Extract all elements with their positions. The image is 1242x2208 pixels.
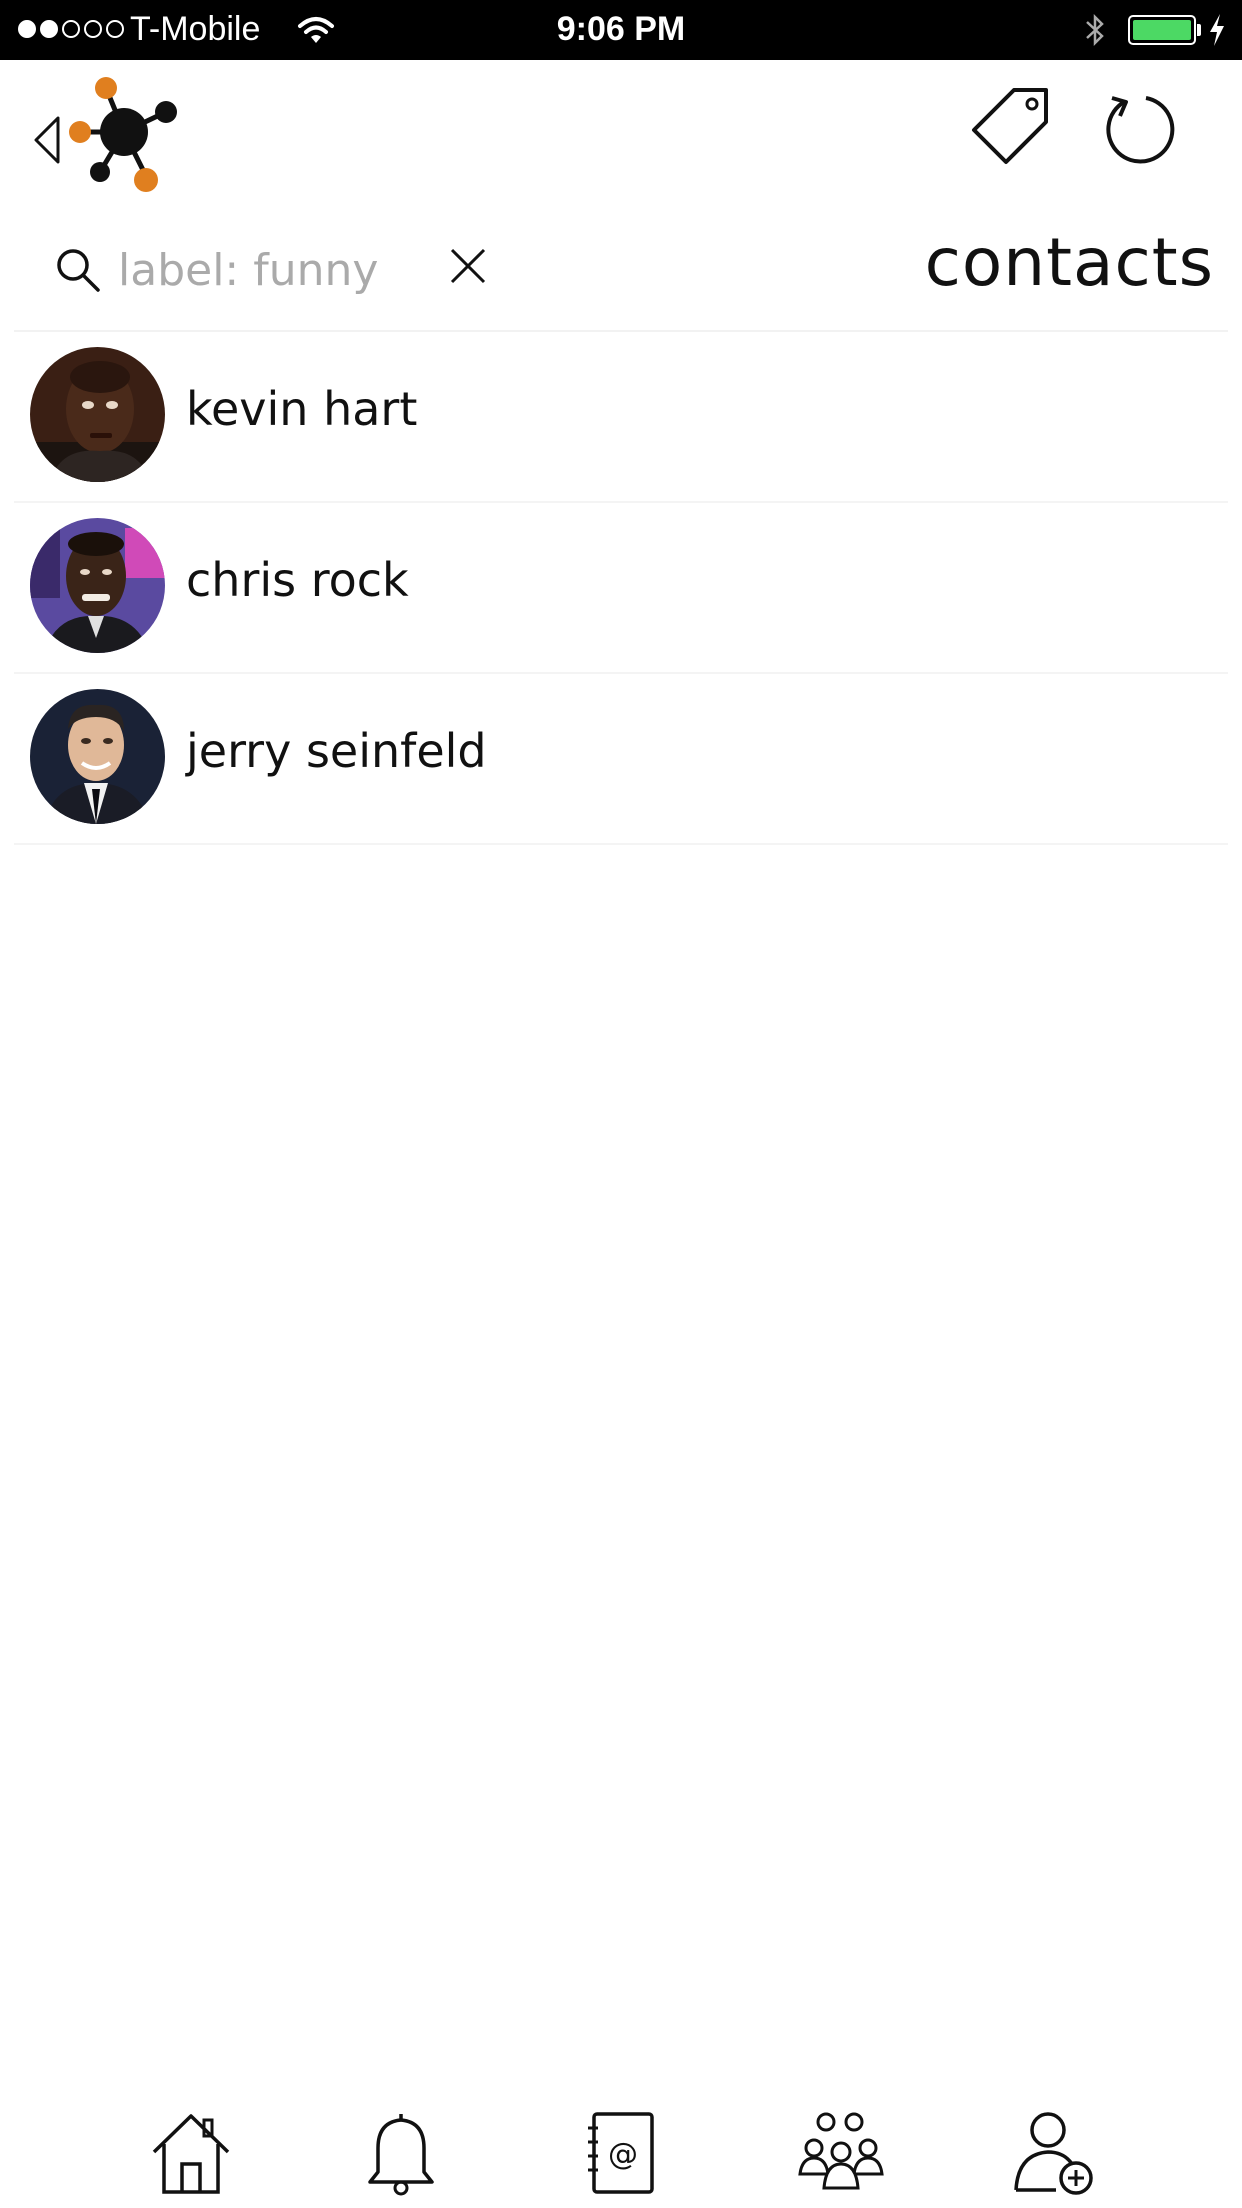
contact-name: chris rock	[186, 553, 409, 607]
tag-icon	[972, 88, 1048, 164]
battery-icon	[1128, 15, 1196, 45]
app-header	[0, 60, 1242, 210]
svg-text:@: @	[608, 2137, 638, 2172]
back-button[interactable]	[28, 110, 68, 170]
nav-groups[interactable]	[796, 2108, 886, 2198]
contact-name: jerry seinfeld	[186, 724, 487, 778]
label-button[interactable]	[962, 82, 1058, 178]
refresh-button[interactable]	[1102, 90, 1182, 170]
contact-list: kevin hart chris rock jerry seinfeld	[0, 332, 1242, 845]
nav-home[interactable]	[146, 2108, 236, 2198]
app-logo[interactable]	[66, 76, 182, 196]
charging-icon	[1208, 12, 1226, 53]
bell-icon	[368, 2114, 434, 2196]
avatar	[30, 347, 165, 482]
avatar	[30, 518, 165, 653]
contact-name: kevin hart	[186, 382, 418, 436]
row-divider	[14, 843, 1228, 845]
nav-add-contact[interactable]	[1010, 2108, 1100, 2198]
network-logo-icon	[69, 77, 177, 192]
clock: 9:06 PM	[556, 10, 686, 48]
battery-nub	[1197, 24, 1201, 36]
nav-contacts[interactable]: @	[576, 2108, 666, 2198]
add-user-icon	[1014, 2112, 1093, 2195]
refresh-icon	[1106, 96, 1175, 164]
search-icon	[54, 246, 102, 294]
clear-search-button[interactable]	[446, 244, 490, 288]
bluetooth-icon	[1082, 12, 1108, 53]
close-icon	[450, 248, 486, 284]
contact-row[interactable]: chris rock	[0, 503, 1242, 674]
bottom-nav: @	[0, 2090, 1242, 2208]
page-title: contacts	[924, 224, 1214, 301]
home-icon	[152, 2114, 230, 2194]
status-bar: T-Mobile 9:06 PM	[0, 0, 1242, 60]
contact-row[interactable]: kevin hart	[0, 332, 1242, 503]
search-bar: contacts	[0, 216, 1242, 328]
contact-row[interactable]: jerry seinfeld	[0, 674, 1242, 845]
avatar	[30, 689, 165, 824]
group-icon	[798, 2112, 884, 2190]
address-book-icon: @	[588, 2112, 654, 2194]
nav-notifications[interactable]	[356, 2108, 446, 2198]
search-input[interactable]	[118, 238, 418, 302]
chevron-left-icon	[34, 116, 60, 164]
